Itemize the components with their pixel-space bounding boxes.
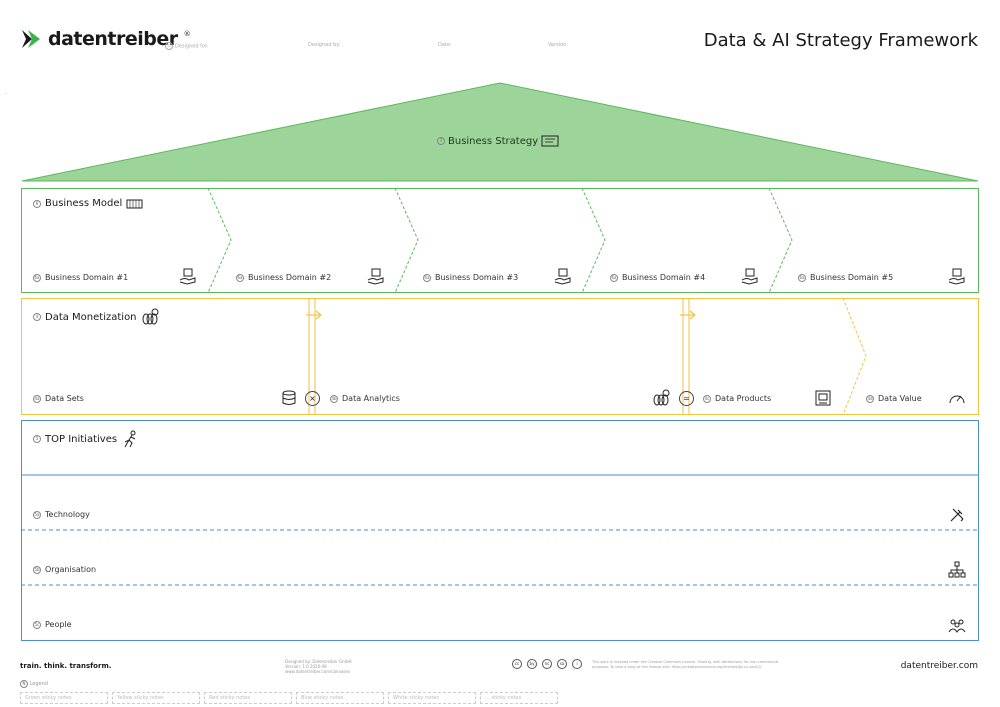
keyboard-icon (126, 199, 143, 209)
vending-machine-icon (815, 390, 831, 406)
multiply-operator: × (305, 391, 320, 406)
data-value-label[interactable]: 4d Data Value (866, 394, 922, 403)
date-field[interactable]: Date: (438, 42, 452, 48)
business-domain-1[interactable]: 6a Business Domain #1 (33, 273, 128, 282)
brand-mark: ® (183, 30, 191, 38)
business-domain-2[interactable]: 6a Business Domain #2 (236, 273, 331, 282)
sticky-blue[interactable]: Blue sticky notes (296, 692, 384, 704)
initiative-dividers (21, 474, 979, 586)
hand-box-icon (948, 268, 965, 285)
people-row[interactable]: 5c People (33, 620, 72, 629)
top-initiatives-title: 5 TOP Initiatives (33, 430, 139, 448)
sticky-yellow[interactable]: Yellow sticky notes (112, 692, 200, 704)
organisation-row[interactable]: 5b Organisation (33, 565, 96, 574)
sa-icon: sa (557, 659, 567, 669)
designed-for-field[interactable]: ① Designed for: (165, 42, 209, 50)
org-chart-icon (948, 561, 966, 578)
data-sets-label[interactable]: 4a Data Sets (33, 394, 84, 403)
brand-name: datentreiber (48, 28, 178, 50)
business-strategy-label[interactable]: 7 Business Strategy (437, 135, 559, 147)
info-icon: i (572, 659, 582, 669)
strategy-board-icon (541, 135, 559, 147)
coins-icon (653, 389, 670, 406)
business-domain-3[interactable]: 6a Business Domain #3 (423, 273, 518, 282)
business-model-title: 6 Business Model (33, 198, 143, 209)
coins-icon (142, 308, 159, 325)
sticky-red[interactable]: Red sticky notes (204, 692, 292, 704)
data-monetization-title: 4 Data Monetization (33, 308, 159, 326)
business-domain-5[interactable]: 6a Business Domain #5 (798, 273, 893, 282)
equals-operator: = (679, 391, 694, 406)
tagline: train. think. transform. (20, 662, 112, 670)
monetization-dividers (306, 298, 867, 415)
technology-row[interactable]: 5a Technology (33, 510, 90, 519)
sticky-green[interactable]: Green sticky notes (20, 692, 108, 704)
data-analytics-label[interactable]: 4b Data Analytics (330, 394, 400, 403)
data-products-label[interactable]: 4c Data Products (703, 394, 771, 403)
version-field[interactable]: Version: (548, 42, 568, 48)
credits: Designed by: Datentreiber GmbH Version: … (285, 659, 352, 674)
runner-icon (124, 430, 136, 448)
arrow-logo-icon (22, 30, 40, 48)
database-stack-icon (282, 390, 296, 405)
business-domain-4[interactable]: 6a Business Domain #4 (610, 273, 705, 282)
page-title: Data & AI Strategy Framework (703, 30, 978, 51)
license-badges: cc by nc sa i (512, 659, 582, 669)
nc-icon: nc (542, 659, 552, 669)
sticky-other[interactable]: ... sticky notes (480, 692, 558, 704)
site-link[interactable]: datentreiber.com (901, 661, 978, 671)
tools-icon (950, 508, 964, 522)
legend-title: N Legend (20, 680, 48, 688)
sticky-white[interactable]: White sticky notes (388, 692, 476, 704)
hand-box-icon (367, 268, 384, 285)
hand-box-icon (741, 268, 758, 285)
by-icon: by (527, 659, 537, 669)
license-text: This work is licensed under the Creative… (592, 660, 779, 669)
hand-box-icon (179, 268, 196, 285)
roof-triangle (5, 82, 979, 182)
hand-box-icon (554, 268, 571, 285)
people-group-icon (948, 619, 966, 633)
cc-icon: cc (512, 659, 522, 669)
designed-by-field[interactable]: Designed by: (308, 42, 341, 48)
speedometer-icon (949, 395, 965, 404)
